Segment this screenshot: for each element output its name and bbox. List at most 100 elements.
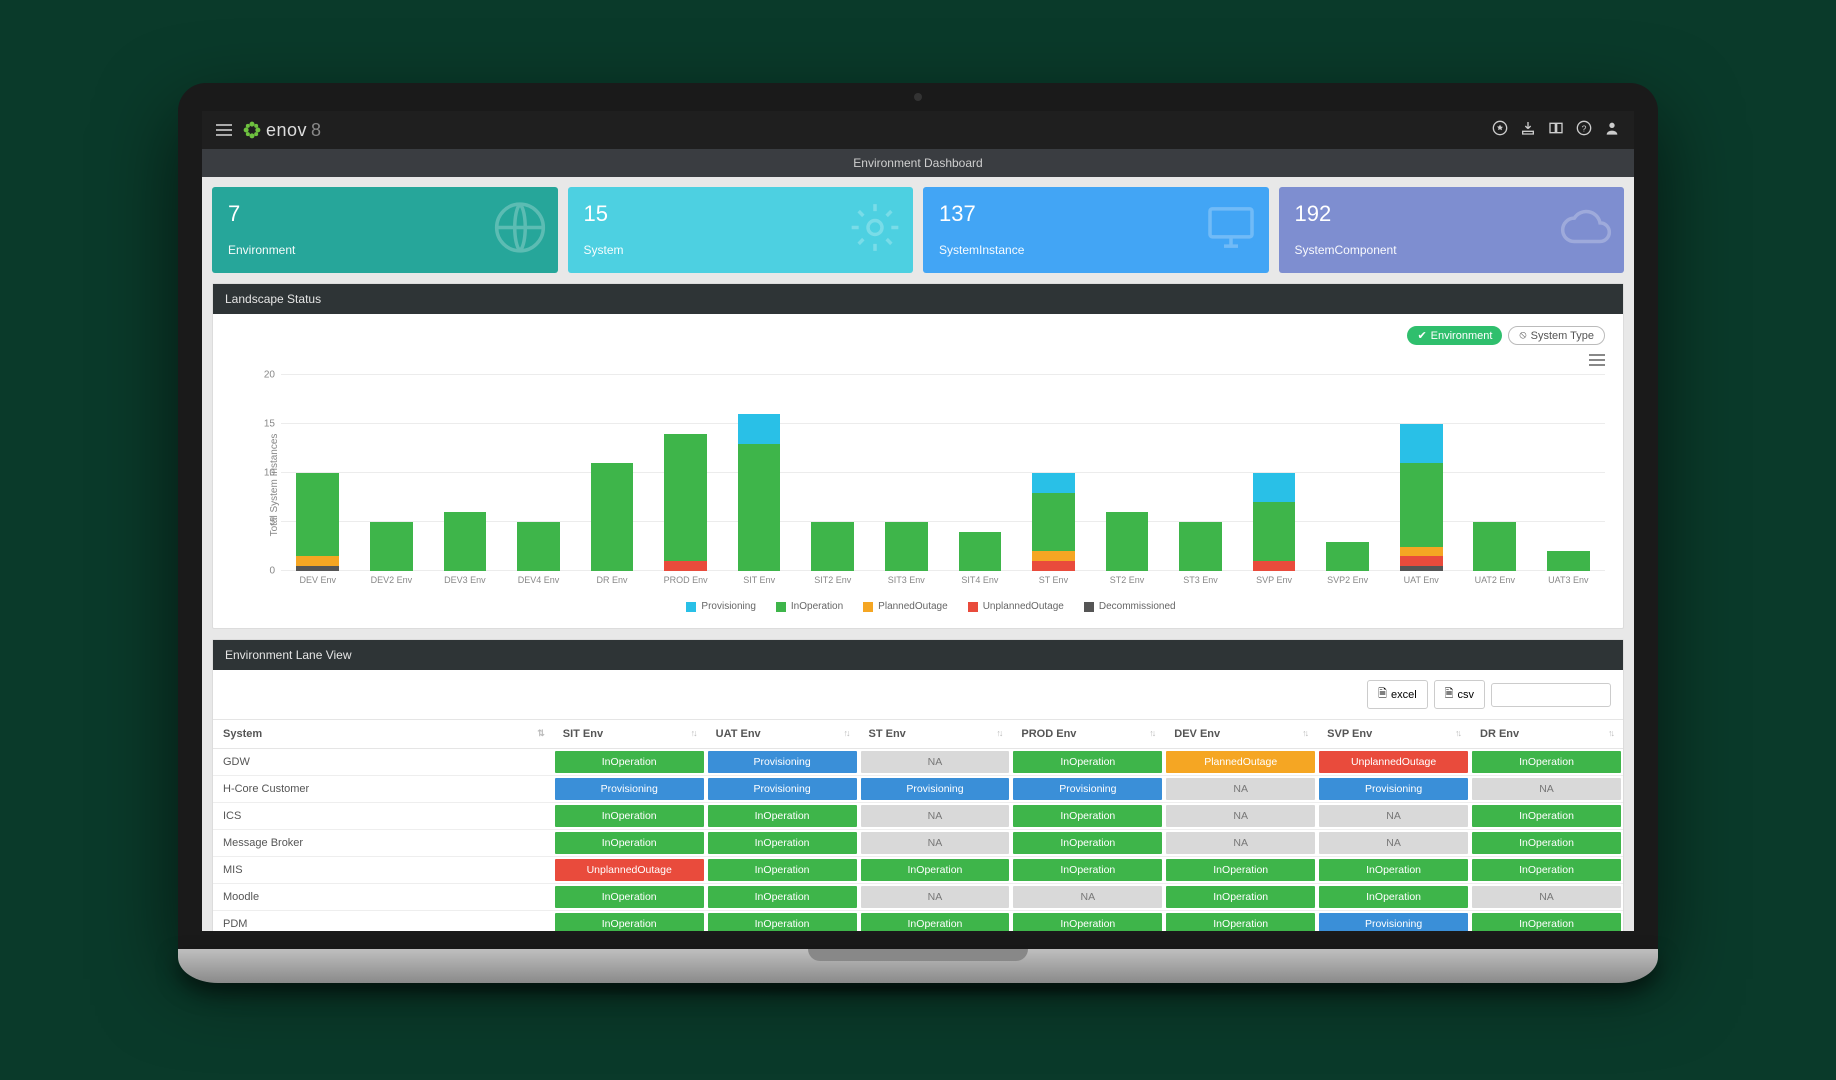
status-cell[interactable]: NA — [1319, 805, 1468, 827]
status-cell[interactable]: InOperation — [1013, 859, 1162, 881]
brand-logo[interactable]: enov8 — [242, 120, 322, 141]
status-cell[interactable]: InOperation — [1013, 913, 1162, 931]
col-dr-env[interactable]: DR Env↑↓ — [1470, 720, 1623, 749]
status-cell[interactable]: Provisioning — [1319, 913, 1468, 931]
status-cell[interactable]: InOperation — [555, 913, 704, 931]
status-cell[interactable]: InOperation — [1472, 859, 1621, 881]
status-cell[interactable]: InOperation — [555, 751, 704, 773]
bar-prod-env[interactable] — [649, 434, 723, 571]
bar-sit-env[interactable] — [722, 414, 796, 571]
status-cell[interactable]: InOperation — [861, 913, 1010, 931]
status-cell[interactable]: InOperation — [1472, 832, 1621, 854]
status-cell[interactable]: InOperation — [555, 832, 704, 854]
help-icon[interactable]: ? — [1576, 120, 1592, 141]
status-cell[interactable]: InOperation — [1166, 886, 1315, 908]
col-system[interactable]: System⇅ — [213, 720, 553, 749]
status-cell[interactable]: NA — [861, 886, 1010, 908]
legend-inoperation[interactable]: InOperation — [776, 601, 843, 612]
status-cell[interactable]: NA — [861, 832, 1010, 854]
status-cell[interactable]: InOperation — [708, 886, 857, 908]
user-icon[interactable] — [1604, 120, 1620, 141]
status-cell[interactable]: InOperation — [1013, 751, 1162, 773]
status-cell[interactable]: InOperation — [708, 805, 857, 827]
legend-plannedoutage[interactable]: PlannedOutage — [863, 601, 948, 612]
bar-uat3-env[interactable] — [1532, 551, 1606, 571]
status-cell[interactable]: InOperation — [708, 859, 857, 881]
bar-dr-env[interactable] — [575, 463, 649, 571]
bar-uat2-env[interactable] — [1458, 522, 1532, 571]
bar-dev3-env[interactable] — [428, 512, 502, 571]
bar-svp-env[interactable] — [1237, 473, 1311, 571]
bar-svp2-env[interactable] — [1311, 542, 1385, 571]
legend-provisioning[interactable]: Provisioning — [686, 601, 755, 612]
status-cell[interactable]: InOperation — [1013, 832, 1162, 854]
system-name: H-Core Customer — [213, 776, 553, 803]
toggle-system-type[interactable]: ⦸ System Type — [1508, 326, 1605, 345]
status-cell[interactable]: InOperation — [1166, 859, 1315, 881]
status-cell[interactable]: NA — [1166, 778, 1315, 800]
summary-card-systemcomponent[interactable]: 192SystemComponent — [1279, 187, 1625, 273]
bar-uat-env[interactable] — [1384, 424, 1458, 571]
status-cell[interactable]: InOperation — [1166, 913, 1315, 931]
col-svp-env[interactable]: SVP Env↑↓ — [1317, 720, 1470, 749]
toggle-environment[interactable]: ✔ Environment — [1407, 326, 1502, 345]
status-cell[interactable]: Provisioning — [708, 778, 857, 800]
status-cell[interactable]: InOperation — [708, 832, 857, 854]
status-cell[interactable]: UnplannedOutage — [1319, 751, 1468, 773]
col-dev-env[interactable]: DEV Env↑↓ — [1164, 720, 1317, 749]
status-cell[interactable]: InOperation — [555, 886, 704, 908]
export-excel-button[interactable]: 🗎 excel — [1367, 680, 1428, 709]
status-cell[interactable]: InOperation — [1319, 859, 1468, 881]
status-cell[interactable]: InOperation — [861, 859, 1010, 881]
status-cell[interactable]: InOperation — [1472, 913, 1621, 931]
legend-decommissioned[interactable]: Decommissioned — [1084, 601, 1176, 612]
bar-sit4-env[interactable] — [943, 532, 1017, 571]
summary-card-environment[interactable]: 7Environment — [212, 187, 558, 273]
col-uat-env[interactable]: UAT Env↑↓ — [706, 720, 859, 749]
status-cell[interactable]: InOperation — [1472, 751, 1621, 773]
star-icon[interactable] — [1492, 120, 1508, 141]
status-cell[interactable]: NA — [1166, 832, 1315, 854]
bar-st-env[interactable] — [1017, 473, 1091, 571]
lane-search-input[interactable] — [1491, 683, 1611, 707]
bar-st2-env[interactable] — [1090, 512, 1164, 571]
status-cell[interactable]: Provisioning — [708, 751, 857, 773]
status-cell[interactable]: NA — [861, 751, 1010, 773]
download-icon[interactable] — [1520, 120, 1536, 141]
bar-st3-env[interactable] — [1164, 522, 1238, 571]
col-sit-env[interactable]: SIT Env↑↓ — [553, 720, 706, 749]
status-cell[interactable]: NA — [1472, 886, 1621, 908]
status-cell[interactable]: NA — [1472, 778, 1621, 800]
bar-dev4-env[interactable] — [502, 522, 576, 571]
bar-dev-env[interactable] — [281, 473, 355, 571]
status-cell[interactable]: PlannedOutage — [1166, 751, 1315, 773]
status-cell[interactable]: Provisioning — [1319, 778, 1468, 800]
status-cell[interactable]: NA — [1319, 832, 1468, 854]
status-cell[interactable]: InOperation — [1472, 805, 1621, 827]
bar-sit2-env[interactable] — [796, 522, 870, 571]
status-cell[interactable]: InOperation — [555, 805, 704, 827]
bar-sit3-env[interactable] — [870, 522, 944, 571]
status-cell[interactable]: UnplannedOutage — [555, 859, 704, 881]
status-cell[interactable]: Provisioning — [1013, 778, 1162, 800]
menu-icon[interactable] — [216, 124, 232, 136]
export-csv-button[interactable]: 🗎 csv — [1434, 680, 1485, 709]
status-cell[interactable]: Provisioning — [861, 778, 1010, 800]
system-name: PDM — [213, 911, 553, 932]
status-cell[interactable]: InOperation — [1013, 805, 1162, 827]
table-row: Message BrokerInOperationInOperationNAIn… — [213, 830, 1623, 857]
status-cell[interactable]: InOperation — [1319, 886, 1468, 908]
bar-dev2-env[interactable] — [355, 522, 429, 571]
status-cell[interactable]: NA — [861, 805, 1010, 827]
status-cell[interactable]: Provisioning — [555, 778, 704, 800]
col-prod-env[interactable]: PROD Env↑↓ — [1011, 720, 1164, 749]
col-st-env[interactable]: ST Env↑↓ — [859, 720, 1012, 749]
status-cell[interactable]: InOperation — [708, 913, 857, 931]
book-icon[interactable] — [1548, 120, 1564, 141]
legend-unplannedoutage[interactable]: UnplannedOutage — [968, 601, 1064, 612]
summary-card-system[interactable]: 15System — [568, 187, 914, 273]
status-cell[interactable]: NA — [1013, 886, 1162, 908]
chart-menu-icon[interactable] — [1589, 351, 1605, 369]
status-cell[interactable]: NA — [1166, 805, 1315, 827]
summary-card-systeminstance[interactable]: 137SystemInstance — [923, 187, 1269, 273]
